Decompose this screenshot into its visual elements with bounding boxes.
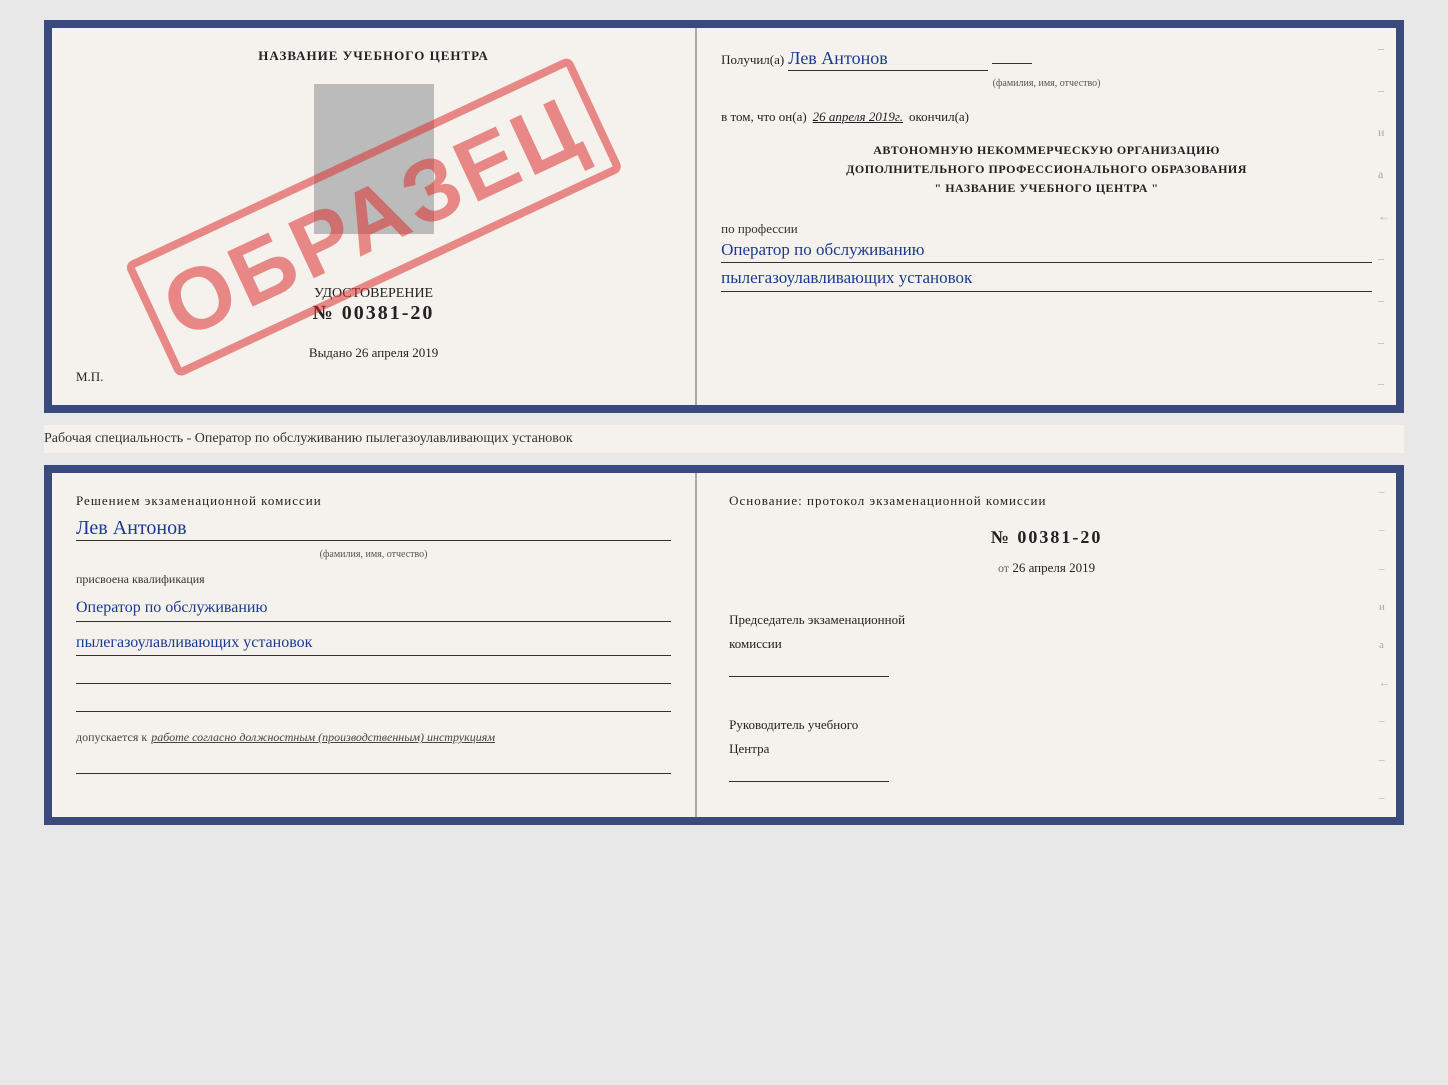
bottom-left-panel: Решением экзаменационной комиссии Лев Ан… (52, 473, 697, 817)
completed-prefix: в том, что он(а) (721, 109, 807, 125)
mp-label: М.П. (76, 369, 103, 385)
blank-line-2 (76, 692, 671, 712)
qualification-label: присвоена квалификация (76, 572, 671, 587)
permission-block: допускается к работе согласно должностны… (76, 728, 671, 746)
bottom-fio-subtitle: (фамилия, имя, отчество) (76, 549, 671, 560)
top-certificate: НАЗВАНИЕ УЧЕБНОГО ЦЕНТРА ОБРАЗЕЦ УДОСТОВ… (44, 20, 1404, 413)
qualification-line1: Оператор по обслуживанию (76, 595, 671, 622)
issued-label: Выдано (309, 345, 352, 360)
dash4: а (1378, 167, 1390, 182)
bmark9: – (1379, 792, 1390, 804)
chairman-block: Председатель экзаменационной комиссии (729, 604, 1364, 677)
org-line2: ДОПОЛНИТЕЛЬНОГО ПРОФЕССИОНАЛЬНОГО ОБРАЗО… (721, 160, 1372, 179)
profession-block: по профессии Оператор по обслуживанию пы… (721, 221, 1372, 292)
received-dash (992, 63, 1032, 64)
dash8: – (1378, 335, 1390, 350)
permission-text: работе согласно должностным (производств… (151, 730, 495, 744)
cert-right-panel: Получил(а) Лев Антонов (фамилия, имя, от… (697, 28, 1396, 405)
dash7: – (1378, 293, 1390, 308)
chairman-label-2: комиссии (729, 636, 1364, 652)
blank-line-1 (76, 664, 671, 684)
received-name: Лев Антонов (788, 48, 988, 71)
bmark8: – (1379, 754, 1390, 766)
org-line3: " НАЗВАНИЕ УЧЕБНОГО ЦЕНТРА " (721, 179, 1372, 198)
bottom-right-dashes: – – – и а ← – – – (1379, 473, 1390, 817)
dash6: – (1378, 251, 1390, 266)
bmark6: ← (1379, 677, 1390, 689)
permission-prefix: допускается к (76, 730, 147, 744)
bmark2: – (1379, 524, 1390, 536)
blank-line-3 (76, 754, 671, 774)
org-line1: АВТОНОМНУЮ НЕКОММЕРЧЕСКУЮ ОРГАНИЗАЦИЮ (721, 141, 1372, 160)
qualification-line2: пылегазоулавливающих установок (76, 630, 671, 657)
bmark4: и (1379, 601, 1390, 613)
dash3: и (1378, 125, 1390, 140)
head-label-1: Руководитель учебного (729, 717, 1364, 733)
bmark1: – (1379, 486, 1390, 498)
chairman-label-1: Председатель экзаменационной (729, 612, 1364, 628)
completed-suffix: окончил(а) (909, 109, 969, 125)
right-dashes: – – и а ← – – – – (1378, 28, 1390, 405)
document-container: НАЗВАНИЕ УЧЕБНОГО ЦЕНТРА ОБРАЗЕЦ УДОСТОВ… (44, 20, 1404, 825)
received-label: Получил(а) (721, 52, 784, 68)
bottom-certificate: Решением экзаменационной комиссии Лев Ан… (44, 465, 1404, 825)
middle-text: Рабочая специальность - Оператор по обсл… (44, 431, 573, 446)
completed-row: в том, что он(а) 26 апреля 2019г. окончи… (721, 109, 1372, 125)
org-name-block: АВТОНОМНУЮ НЕКОММЕРЧЕСКУЮ ОРГАНИЗАЦИЮ ДО… (721, 141, 1372, 199)
cert-left-panel: НАЗВАНИЕ УЧЕБНОГО ЦЕНТРА ОБРАЗЕЦ УДОСТОВ… (52, 28, 697, 405)
basis-title: Основание: протокол экзаменационной коми… (729, 493, 1364, 509)
issued-info: Выдано 26 апреля 2019 (309, 325, 438, 361)
bottom-person-name: Лев Антонов (76, 517, 671, 541)
middle-info-line: Рабочая специальность - Оператор по обсл… (44, 425, 1404, 453)
bmark7: – (1379, 715, 1390, 727)
decision-title: Решением экзаменационной комиссии (76, 493, 671, 509)
profession-line1: Оператор по обслуживанию (721, 237, 1372, 264)
bmark3: – (1379, 563, 1390, 575)
chairman-signature-line (729, 676, 889, 677)
bmark5: а (1379, 639, 1390, 651)
profession-line2: пылегазоулавливающих установок (721, 265, 1372, 292)
fio-subtitle-top: (фамилия, имя, отчество) (993, 78, 1101, 89)
protocol-date-prefix: от (998, 561, 1009, 575)
dash9: – (1378, 376, 1390, 391)
head-signature-line (729, 781, 889, 782)
dash1: – (1378, 41, 1390, 56)
doc-number: № 00381-20 (313, 302, 435, 325)
issued-date-value: 26 апреля 2019 (355, 345, 438, 360)
protocol-date-value: 26 апреля 2019 (1012, 560, 1095, 575)
received-row: Получил(а) Лев Антонов (721, 48, 1372, 71)
head-label-2: Центра (729, 741, 1364, 757)
protocol-number: № 00381-20 (729, 527, 1364, 548)
bottom-right-panel: Основание: протокол экзаменационной коми… (697, 473, 1396, 817)
photo-placeholder (314, 84, 434, 234)
dash2: – (1378, 83, 1390, 98)
completed-date: 26 апреля 2019г. (813, 109, 903, 125)
training-center-title: НАЗВАНИЕ УЧЕБНОГО ЦЕНТРА (258, 48, 489, 64)
dash5: ← (1378, 209, 1390, 224)
doc-label: УДОСТОВЕРЕНИЕ (314, 286, 433, 302)
protocol-date-row: от 26 апреля 2019 (729, 560, 1364, 576)
profession-label: по профессии (721, 221, 1372, 237)
head-block: Руководитель учебного Центра (729, 709, 1364, 782)
